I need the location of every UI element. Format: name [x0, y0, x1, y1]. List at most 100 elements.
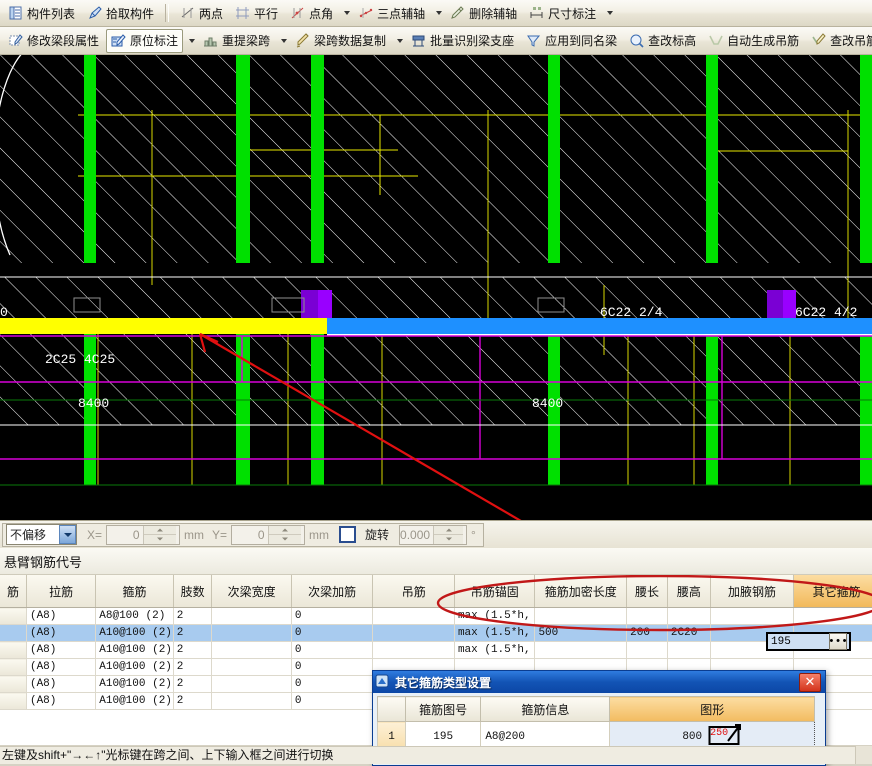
grid-cell[interactable]	[211, 641, 292, 659]
grid-cell[interactable]	[372, 607, 455, 625]
chevron-down-icon[interactable]	[189, 38, 196, 43]
chevron-down-icon[interactable]	[59, 525, 76, 544]
grid-cell[interactable]: A10@100 (2)	[95, 641, 174, 659]
grid-cell[interactable]	[0, 692, 27, 710]
grid-cell[interactable]: max (1.5*h, 50	[454, 624, 536, 642]
close-icon[interactable]: ✕	[799, 672, 821, 692]
offset-mode-select[interactable]: 不偏移	[6, 524, 77, 545]
grid-column-header[interactable]: 吊筋锚固	[454, 575, 536, 608]
grid-cell[interactable]: A10@100 (2)	[95, 692, 174, 710]
grid-cell[interactable]	[211, 692, 292, 710]
x-spinner[interactable]	[142, 525, 180, 544]
grid-cell[interactable]: 2C20	[667, 624, 711, 642]
grid-cell[interactable]	[0, 607, 27, 625]
grid-cell[interactable]	[0, 641, 27, 659]
grid-cell[interactable]: A10@100 (2)	[95, 675, 174, 693]
cad-drawing-canvas[interactable]: 6C22 2/46C22 4/22C25 4C2584008400045	[0, 55, 872, 520]
rotate-input[interactable]: 0.000	[399, 524, 468, 545]
chevron-down-icon[interactable]	[344, 11, 351, 15]
grid-cell[interactable]	[372, 641, 455, 659]
toolbar-button-pick-component[interactable]: 拾取构件	[82, 1, 159, 25]
grid-cell[interactable]	[0, 624, 27, 642]
toolbar-button-apply-same-name[interactable]: 应用到同名梁	[521, 29, 622, 53]
toolbar-button-two-point[interactable]: 两点	[175, 1, 228, 25]
grid-cell[interactable]	[0, 675, 27, 693]
grid-column-header[interactable]: 箍筋加密长度	[534, 575, 628, 608]
grid-cell[interactable]	[626, 607, 668, 625]
grid-cell[interactable]: 2	[173, 607, 213, 625]
toolbar-button-three-point-axis[interactable]: 三点辅轴	[353, 1, 430, 25]
grid-cell[interactable]: 0	[291, 675, 374, 693]
toolbar-button-auto-hanging-bar[interactable]: 自动生成吊筋	[703, 29, 804, 53]
grid-cell[interactable]	[626, 641, 668, 659]
grid-cell[interactable]: 2	[173, 675, 213, 693]
dialog-column-header[interactable]	[377, 696, 406, 722]
other-stirrup-cell-editor[interactable]: 195 •••	[766, 632, 851, 651]
grid-cell[interactable]: (A8)	[26, 607, 97, 625]
toolbar-button-reextract-span[interactable]: 重提梁跨	[198, 29, 275, 53]
grid-cell[interactable]	[667, 607, 711, 625]
grid-cell[interactable]: max (1.5*h, 50	[454, 607, 536, 625]
dialog-title-bar[interactable]: 其它箍筋类型设置 ✕	[373, 671, 825, 693]
grid-cell[interactable]	[211, 675, 292, 693]
toolbar-button-edit-beam-property[interactable]: 修改梁段属性	[3, 29, 104, 53]
grid-cell[interactable]: 2	[173, 624, 213, 642]
grid-cell[interactable]: 0	[291, 641, 374, 659]
grid-cell[interactable]: (A8)	[26, 675, 97, 693]
dialog-column-header[interactable]: 图形	[609, 696, 815, 722]
chevron-down-icon[interactable]	[281, 38, 288, 43]
vertical-scrollbar[interactable]	[855, 746, 872, 764]
grid-cell[interactable]: (A8)	[26, 658, 97, 676]
grid-cell[interactable]	[534, 641, 628, 659]
toolbar-button-copy-span-data[interactable]: 梁跨数据复制	[290, 29, 391, 53]
grid-column-header[interactable]: 次梁加筋	[291, 575, 374, 608]
grid-cell[interactable]	[211, 624, 292, 642]
grid-cell[interactable]: A10@100 (2)	[95, 624, 174, 642]
grid-column-header[interactable]: 拉筋	[26, 575, 97, 608]
grid-column-header[interactable]: 筋	[0, 575, 27, 608]
chevron-down-icon[interactable]	[397, 38, 404, 43]
chevron-down-icon[interactable]	[607, 11, 614, 15]
grid-cell[interactable]	[710, 607, 795, 625]
rotate-spinner[interactable]	[433, 525, 466, 544]
grid-column-header[interactable]: 加腋钢筋	[710, 575, 795, 608]
toolbar-button-point-angle[interactable]: 点角	[285, 1, 338, 25]
table-row[interactable]: (A8)A10@100 (2)2 0 max (1.5*h, 50	[0, 641, 872, 659]
grid-cell[interactable]: A10@100 (2)	[95, 658, 174, 676]
grid-column-header[interactable]: 箍筋	[95, 575, 174, 608]
grid-cell[interactable]: A8@100 (2)	[95, 607, 174, 625]
grid-cell[interactable]	[667, 641, 711, 659]
grid-cell[interactable]	[211, 658, 292, 676]
dialog-column-header[interactable]: 箍筋信息	[480, 696, 611, 722]
grid-cell[interactable]	[372, 624, 455, 642]
grid-cell[interactable]: 0	[291, 658, 374, 676]
toolbar-button-component-list[interactable]: 构件列表	[3, 1, 80, 25]
grid-column-header[interactable]: 吊筋	[372, 575, 455, 608]
grid-cell[interactable]: 0	[291, 692, 374, 710]
ellipsis-button[interactable]: •••	[828, 633, 848, 650]
grid-cell[interactable]: max (1.5*h, 50	[454, 641, 536, 659]
toolbar-button-in-situ-label[interactable]: 原位标注	[106, 28, 184, 53]
toolbar-button-dimension[interactable]: 尺寸标注	[524, 1, 601, 25]
grid-cell[interactable]: 2	[173, 692, 213, 710]
grid-cell[interactable]: 0	[291, 624, 374, 642]
toolbar-button-check-hanging-bar[interactable]: 查改吊筋	[806, 29, 872, 53]
toolbar-button-delete-axis[interactable]: 删除辅轴	[445, 1, 522, 25]
toolbar-button-check-elevation[interactable]: 查改标高	[624, 29, 701, 53]
grid-cell[interactable]: 0	[291, 607, 374, 625]
grid-cell[interactable]: (A8)	[26, 624, 97, 642]
grid-cell[interactable]: 2	[173, 658, 213, 676]
y-spinner[interactable]	[267, 525, 305, 544]
grid-column-header[interactable]: 其它箍筋	[793, 575, 872, 608]
grid-column-header[interactable]: 次梁宽度	[211, 575, 292, 608]
rotate-checkbox[interactable]	[339, 526, 357, 543]
grid-cell[interactable]: 200	[626, 624, 668, 642]
grid-cell[interactable]	[0, 658, 27, 676]
grid-column-header[interactable]: 腰长	[626, 575, 668, 608]
grid-cell[interactable]	[211, 607, 292, 625]
toolbar-button-parallel[interactable]: 平行	[230, 1, 283, 25]
chevron-down-icon[interactable]	[436, 11, 443, 15]
grid-cell[interactable]: (A8)	[26, 692, 97, 710]
grid-cell[interactable]: (A8)	[26, 641, 97, 659]
table-row[interactable]: (A8)A8@100 (2)2 0 max (1.5*h, 50	[0, 607, 872, 625]
